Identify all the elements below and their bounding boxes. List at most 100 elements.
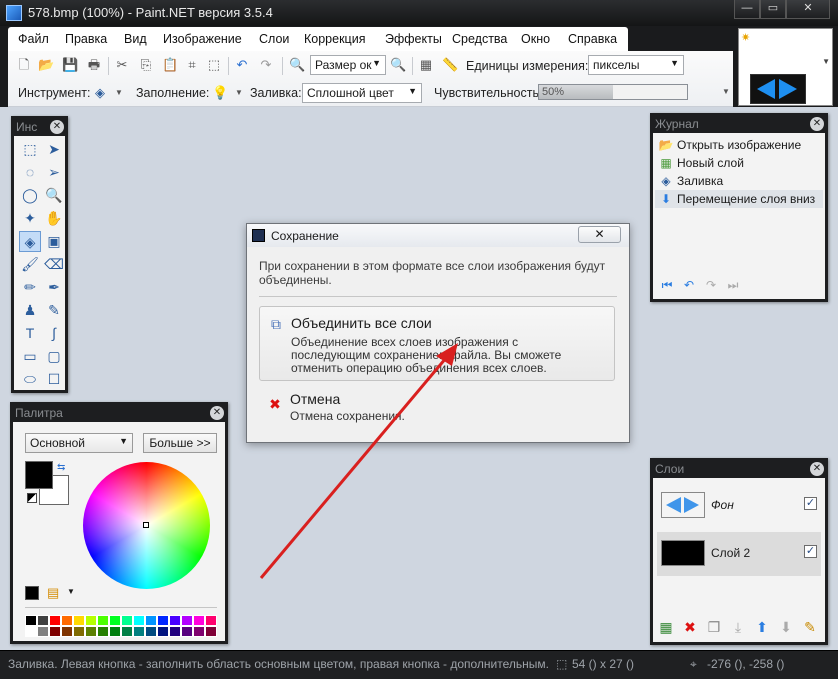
- menu-file[interactable]: Файл: [18, 32, 49, 46]
- ellipse-select-icon[interactable]: ◯: [19, 185, 41, 206]
- reset-colors-icon[interactable]: [27, 493, 37, 503]
- color-swatch[interactable]: [145, 626, 157, 637]
- close-icon[interactable]: ✕: [810, 462, 824, 476]
- text-icon[interactable]: T: [19, 323, 41, 344]
- grid-icon[interactable]: ▦: [418, 57, 434, 73]
- toolbar-overflow-icon[interactable]: ▼: [718, 84, 734, 100]
- units-combo[interactable]: пикселы ▼: [588, 55, 684, 75]
- paint-bucket-icon[interactable]: ◈: [92, 85, 108, 101]
- ruler-icon[interactable]: 📏: [442, 57, 458, 73]
- color-swatch[interactable]: [97, 626, 109, 637]
- magic-wand-icon[interactable]: ✦: [19, 208, 41, 229]
- layer-visibility-checkbox[interactable]: ✓: [804, 497, 817, 510]
- more-colors-button[interactable]: Больше >>: [143, 433, 217, 453]
- menu-help[interactable]: Справка: [568, 32, 617, 46]
- palette-mode-combo[interactable]: Основной ▼: [25, 433, 133, 453]
- color-swatch[interactable]: [25, 615, 37, 626]
- zoom-tool-icon[interactable]: 🔍: [43, 185, 65, 206]
- color-swatch[interactable]: [37, 615, 49, 626]
- history-item[interactable]: ▦ Новый слой: [655, 154, 823, 172]
- color-swatch[interactable]: [133, 615, 145, 626]
- color-swatch[interactable]: [169, 626, 181, 637]
- merge-down-icon[interactable]: ⤓: [729, 619, 747, 636]
- chevron-down-icon[interactable]: ▼: [822, 57, 830, 66]
- history-item[interactable]: 📂 Открыть изображение: [655, 136, 823, 154]
- move-selection-icon[interactable]: ➤: [43, 139, 65, 160]
- color-swatch[interactable]: [61, 626, 73, 637]
- menu-layers[interactable]: Слои: [259, 32, 289, 46]
- rectangle-select-icon[interactable]: ⬚: [19, 139, 41, 160]
- paste-icon[interactable]: 📋: [162, 57, 178, 73]
- copy-icon[interactable]: ⎘: [138, 57, 154, 73]
- color-swatch[interactable]: [121, 626, 133, 637]
- close-button[interactable]: ✕: [786, 0, 830, 19]
- rewind-icon[interactable]: ⏮: [659, 278, 675, 293]
- line-curve-icon[interactable]: ∫: [43, 323, 65, 344]
- print-icon[interactable]: 🖶: [86, 57, 102, 73]
- primary-color[interactable]: [25, 461, 53, 489]
- history-item[interactable]: ◈ Заливка: [655, 172, 823, 190]
- color-swatch[interactable]: [133, 626, 145, 637]
- image-thumbnail[interactable]: [750, 74, 806, 104]
- fast-forward-icon[interactable]: ⏭: [725, 278, 741, 293]
- color-swatch[interactable]: [49, 615, 61, 626]
- color-swatch[interactable]: [157, 615, 169, 626]
- zoom-combo[interactable]: Размер ок ▼: [310, 55, 386, 75]
- color-swatch[interactable]: [61, 615, 73, 626]
- menu-edit[interactable]: Правка: [65, 32, 107, 46]
- sensitivity-slider[interactable]: 50%: [538, 84, 688, 100]
- chevron-down-icon[interactable]: ▼: [231, 85, 247, 101]
- freeform-shape-icon[interactable]: ☐: [43, 369, 65, 390]
- close-icon[interactable]: ✕: [810, 117, 824, 131]
- duplicate-layer-icon[interactable]: ❐: [705, 619, 723, 636]
- cancel-option-button[interactable]: ✖ Отмена Отмена сохранения.: [259, 387, 615, 427]
- color-wheel[interactable]: [83, 462, 210, 589]
- palette-menu-icon[interactable]: ▤: [47, 585, 59, 601]
- move-layer-up-icon[interactable]: ⬆: [753, 619, 771, 636]
- layer-properties-icon[interactable]: ✎: [801, 619, 819, 636]
- chevron-down-icon[interactable]: ▼: [111, 85, 127, 101]
- rounded-rectangle-icon[interactable]: ▢: [43, 346, 65, 367]
- menu-view[interactable]: Вид: [124, 32, 147, 46]
- pan-icon[interactable]: ✋: [43, 208, 65, 229]
- color-swatch[interactable]: [205, 615, 217, 626]
- history-item-selected[interactable]: ⬇ Перемещение слоя вниз: [655, 190, 823, 208]
- undo-icon[interactable]: ↶: [681, 278, 697, 293]
- clone-stamp-icon[interactable]: ♟: [19, 300, 41, 321]
- recolor-icon[interactable]: ✎: [43, 300, 65, 321]
- menu-window[interactable]: Окно: [521, 32, 550, 46]
- menu-effects[interactable]: Эффекты: [385, 32, 442, 46]
- color-swatch[interactable]: [193, 626, 205, 637]
- add-layer-icon[interactable]: ▦: [657, 619, 675, 636]
- crop-icon[interactable]: ⌗: [184, 57, 200, 73]
- paint-bucket-icon[interactable]: ◈: [19, 231, 41, 252]
- color-swatch[interactable]: [181, 615, 193, 626]
- swap-colors-icon[interactable]: ⇆: [57, 462, 65, 473]
- color-swatch[interactable]: [205, 626, 217, 637]
- color-swatch[interactable]: [193, 615, 205, 626]
- color-swatch[interactable]: [157, 626, 169, 637]
- color-swatch[interactable]: [85, 626, 97, 637]
- add-color-icon[interactable]: [25, 586, 39, 600]
- close-icon[interactable]: ✕: [50, 120, 64, 134]
- minimize-button[interactable]: —: [734, 0, 760, 19]
- color-swatch[interactable]: [73, 615, 85, 626]
- layer-visibility-checkbox[interactable]: ✓: [804, 545, 817, 558]
- gradient-icon[interactable]: ▣: [43, 231, 65, 252]
- pencil-icon[interactable]: ✏: [19, 277, 41, 298]
- chevron-down-icon[interactable]: ▼: [67, 587, 75, 596]
- pour-combo[interactable]: Сплошной цвет ▼: [302, 83, 422, 103]
- color-swatch[interactable]: [145, 615, 157, 626]
- color-swatch[interactable]: [73, 626, 85, 637]
- flatten-option-button[interactable]: ⧉ Объединить все слои Объединение всех с…: [259, 306, 615, 381]
- close-icon[interactable]: ✕: [210, 406, 224, 420]
- color-swatch[interactable]: [169, 615, 181, 626]
- color-swatch[interactable]: [109, 626, 121, 637]
- redo-icon[interactable]: ↷: [703, 278, 719, 293]
- menu-adjustments[interactable]: Коррекция: [304, 32, 365, 46]
- maximize-button[interactable]: ▭: [760, 0, 786, 19]
- zoom-out-icon[interactable]: 🔍: [289, 57, 305, 73]
- layer-row-selected[interactable]: Слой 2 ✓: [657, 532, 821, 576]
- color-swatch[interactable]: [49, 626, 61, 637]
- delete-layer-icon[interactable]: ✖: [681, 619, 699, 636]
